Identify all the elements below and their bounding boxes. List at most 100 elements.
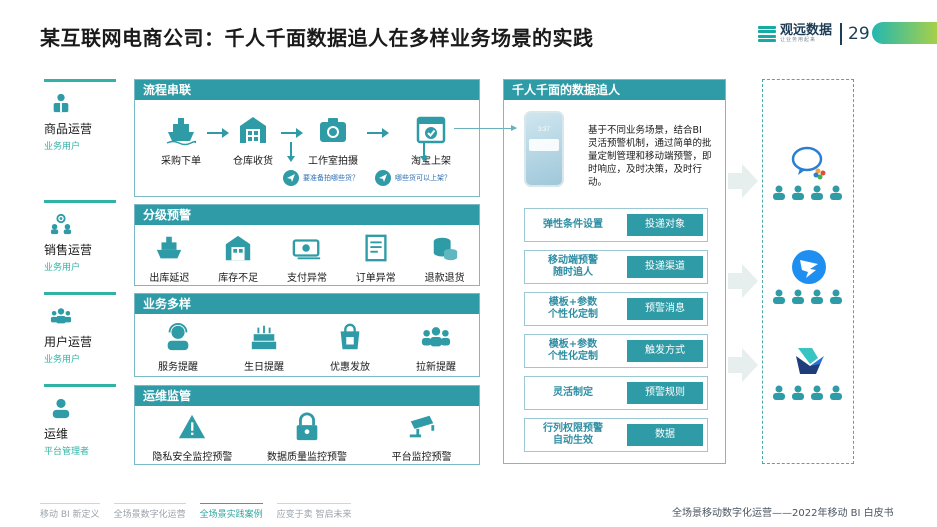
- tracking-row-feature: 模板+参数 个性化定制: [548, 297, 598, 320]
- ops-item-platform: 平台监控预警: [372, 412, 472, 463]
- tracking-row: 模板+参数 个性化定制 预警消息: [524, 292, 708, 326]
- logo-text: 观远数据: [780, 23, 833, 38]
- big-right-arrow: [728, 164, 758, 198]
- cash-icon: [292, 239, 321, 260]
- tracking-row-feature: 模板+参数 个性化定制: [548, 339, 598, 362]
- alert-items: 出库延迟 库存不足 支付异常 订单异常 退款退货: [135, 233, 479, 284]
- ship-icon: [157, 236, 182, 259]
- question-listing-goods: 哪些货可以上架？: [375, 170, 451, 186]
- big-right-arrow: [728, 264, 758, 298]
- footer-tab-mobile-bi[interactable]: 移动 BI 新定义: [40, 503, 100, 520]
- person-icon: [830, 385, 842, 400]
- group-icon: [50, 308, 72, 324]
- flow-arrow: [281, 128, 303, 138]
- header-accent-pill: [872, 22, 937, 44]
- ship-icon: [166, 118, 197, 146]
- business-item-coupon: 优惠发放: [315, 322, 385, 373]
- role-type: 平台管理者: [44, 446, 90, 456]
- document-icon: [365, 234, 387, 262]
- alert-item-label: 出库延迟: [149, 273, 190, 284]
- question-photo-goods: 要准备拍哪些货？: [283, 170, 359, 186]
- brand-logo: 观远数据 让业务用起来 29: [758, 22, 870, 46]
- question-bubble-icon: [375, 170, 391, 186]
- browser-check-icon: [416, 116, 446, 144]
- person-icon: [773, 185, 785, 200]
- flow-step-warehouse: 仓库收货: [223, 114, 283, 167]
- tracking-row-trigger-button[interactable]: 触发方式: [627, 340, 703, 362]
- logo-divider: [840, 23, 843, 45]
- footer-tab-future[interactable]: 应变于卖 智启未来: [276, 503, 352, 520]
- warning-icon: [179, 414, 206, 439]
- ops-item-label: 平台监控预警: [391, 452, 452, 463]
- business-item-service-reminder: 服务提醒: [143, 322, 213, 373]
- person-icon: [811, 289, 823, 304]
- ops-item-label: 数据质量监控预警: [266, 452, 347, 463]
- business-item-label: 服务提醒: [158, 362, 198, 373]
- alert-item-refund: 退款退货: [410, 233, 479, 284]
- tracking-row-feature: 灵活制定: [553, 387, 593, 398]
- footer-tab-cases[interactable]: 全场景实践案例: [199, 503, 263, 520]
- tracking-row-feature: 弹性条件设置: [543, 219, 603, 230]
- tracking-row-rule-button[interactable]: 预警规则: [627, 382, 703, 404]
- alert-item-label: 订单异常: [355, 273, 396, 284]
- phone-notification: [529, 139, 559, 151]
- person-icon: [792, 185, 804, 200]
- cctv-camera-icon: [409, 415, 434, 438]
- person-icon: [773, 289, 785, 304]
- footer-tab-digital-ops[interactable]: 全场景数字化运营: [113, 503, 186, 520]
- phone-notification-icon: 3:37: [524, 111, 564, 187]
- business-item-acquisition: 拉新提醒: [401, 322, 471, 373]
- tracking-row-message-button[interactable]: 预警消息: [627, 298, 703, 320]
- people-icon: [53, 93, 69, 113]
- role-name: 运维: [44, 427, 69, 441]
- recipient-people: [771, 384, 844, 400]
- alert-panel-title: 分级预警: [135, 205, 479, 225]
- role-name: 商品运营: [44, 122, 93, 136]
- question-text: 要准备拍哪些货？: [303, 175, 359, 182]
- coins-icon: [433, 237, 457, 261]
- team-icon: [421, 327, 451, 347]
- ops-panel: 运维监管 隐私安全监控预警 数据质量监控预警 平台监控预警: [134, 385, 480, 465]
- question-text: 哪些货可以上架？: [395, 175, 451, 182]
- role-type: 业务用户: [44, 141, 81, 151]
- location-people-icon: [50, 213, 72, 235]
- business-items: 服务提醒 生日提醒 优惠发放 拉新提醒: [135, 322, 479, 373]
- person-icon: [811, 185, 823, 200]
- person-icon: [830, 185, 842, 200]
- role-ops-admin: 运维 平台管理者: [44, 384, 116, 457]
- role-user-ops: 用户运营 业务用户: [44, 292, 116, 365]
- cake-icon: [251, 325, 277, 350]
- tracking-row: 行列权限预警 自动生效 数据: [524, 418, 708, 452]
- tracking-row: 模板+参数 个性化定制 触发方式: [524, 334, 708, 368]
- alert-item-payment-error: 支付异常: [273, 233, 342, 284]
- ops-item-privacy: 隐私安全监控预警: [142, 412, 242, 463]
- camera-icon: [320, 118, 346, 142]
- person-icon: [830, 289, 842, 304]
- business-item-birthday-reminder: 生日提醒: [229, 322, 299, 373]
- role-sales-ops: 销售运营 业务用户: [44, 200, 116, 273]
- role-name: 用户运营: [44, 335, 93, 349]
- flow-arrow: [367, 128, 389, 138]
- business-panel: 业务多样 服务提醒 生日提醒 优惠发放 拉新提醒: [134, 293, 480, 377]
- tracking-row-channel-button[interactable]: 投递渠道: [627, 256, 703, 278]
- tracking-row: 灵活制定 预警规则: [524, 376, 708, 410]
- feishu-icon: [796, 348, 824, 374]
- alert-item-label: 库存不足: [218, 273, 259, 284]
- person-icon: [773, 385, 785, 400]
- tracking-row-data-button[interactable]: 数据: [627, 424, 703, 446]
- flow-step-listing: 淘宝上架: [401, 114, 461, 167]
- alert-panel: 分级预警 出库延迟 库存不足 支付异常 订单异常 退款退货: [134, 204, 480, 286]
- flow-step-label: 工作室拍摄: [308, 156, 358, 167]
- headset-icon: [167, 323, 189, 351]
- ops-items: 隐私安全监控预警 数据质量监控预警 平台监控预警: [135, 412, 479, 463]
- flow-step-label: 淘宝上架: [411, 156, 451, 167]
- person-icon: [792, 289, 804, 304]
- recipient-people: [771, 288, 844, 304]
- tracking-row-feature: 移动端预警 随时追人: [548, 255, 598, 278]
- alert-item-label: 退款退货: [424, 273, 465, 284]
- tracking-row-target-button[interactable]: 投递对象: [627, 214, 703, 236]
- delivery-channels-box: [762, 79, 854, 464]
- flow-step-label: 仓库收货: [233, 156, 273, 167]
- warehouse-icon: [240, 117, 266, 143]
- alert-item-order-error: 订单异常: [341, 233, 410, 284]
